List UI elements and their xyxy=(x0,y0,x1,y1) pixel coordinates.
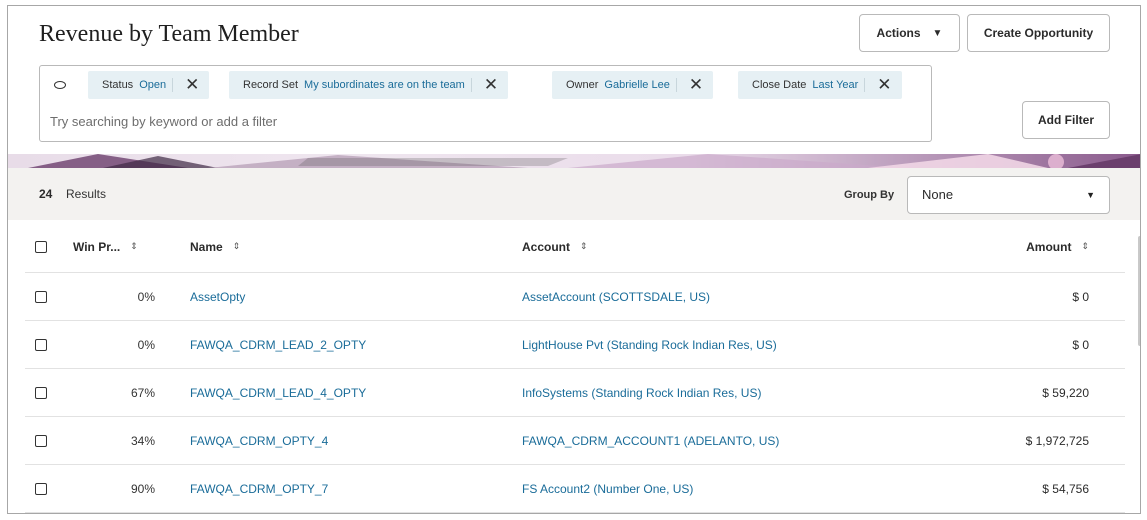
search-input[interactable]: Try searching by keyword or add a filter xyxy=(50,114,277,129)
results-count: 24 xyxy=(39,187,53,201)
win-probability-cell: 0% xyxy=(137,337,155,352)
amount-cell: $ 59,220 xyxy=(1042,385,1089,400)
page-title: Revenue by Team Member xyxy=(39,21,299,47)
opportunities-table: Win Pr... ⇕ Name ⇕ Account ⇕ Amount ⇕ 0%… xyxy=(25,221,1125,513)
filter-chip-record-set[interactable]: Record Set My subordinates are on the te… xyxy=(229,71,509,99)
filter-chip-close-date[interactable]: Close Date Last Year ✕ xyxy=(738,71,902,99)
opportunity-name-link[interactable]: FAWQA_CDRM_LEAD_4_OPTY xyxy=(190,369,510,416)
group-by-value: None xyxy=(922,187,954,202)
banner-pattern xyxy=(28,154,1140,168)
table-row: 90% FAWQA_CDRM_OPTY_7 FS Account2 (Numbe… xyxy=(25,465,1125,513)
close-icon[interactable]: ✕ xyxy=(185,75,199,95)
account-link[interactable]: LightHouse Pvt (Standing Rock Indian Res… xyxy=(522,321,922,368)
sort-icon[interactable]: ⇕ xyxy=(580,241,588,252)
column-header-label: Win Pr... xyxy=(73,239,121,254)
chip-divider xyxy=(470,78,472,92)
results-label: Results xyxy=(66,187,107,201)
opportunity-name-link[interactable]: FAWQA_CDRM_LEAD_2_OPTY xyxy=(190,321,510,368)
table-header-row: Win Pr... ⇕ Name ⇕ Account ⇕ Amount ⇕ xyxy=(25,221,1125,273)
chevron-down-icon: ▼ xyxy=(932,27,943,39)
results-bar: 24 Results Group By None ▼ xyxy=(8,168,1140,220)
column-header-label: Name xyxy=(190,239,223,254)
row-checkbox[interactable] xyxy=(35,482,47,495)
amount-cell: $ 54,756 xyxy=(1042,481,1089,496)
account-link[interactable]: AssetAccount (SCOTTSDALE, US) xyxy=(522,273,922,320)
table-row: 0% AssetOpty AssetAccount (SCOTTSDALE, U… xyxy=(25,273,1125,321)
chip-divider xyxy=(172,78,174,92)
amount-cell: $ 0 xyxy=(1072,289,1089,304)
add-filter-button[interactable]: Add Filter xyxy=(1022,101,1110,139)
win-probability-cell: 0% xyxy=(137,289,155,304)
chip-key: Close Date xyxy=(752,79,807,91)
create-opportunity-button[interactable]: Create Opportunity xyxy=(967,14,1110,52)
filter-chip-owner[interactable]: Owner Gabrielle Lee ✕ xyxy=(552,71,714,99)
column-header-amount[interactable]: Amount ⇕ xyxy=(905,221,1089,272)
close-icon[interactable]: ✕ xyxy=(877,75,891,95)
sort-icon[interactable]: ⇕ xyxy=(130,241,138,252)
win-probability-cell: 90% xyxy=(130,481,155,496)
close-icon[interactable]: ✕ xyxy=(484,75,498,95)
actions-button[interactable]: Actions ▼ xyxy=(859,14,960,52)
chip-value: Gabrielle Lee xyxy=(604,79,670,91)
group-by-label: Group By xyxy=(844,189,895,201)
filter-icon[interactable] xyxy=(54,81,66,89)
chevron-down-icon: ▼ xyxy=(1086,190,1095,200)
row-checkbox[interactable] xyxy=(35,338,47,351)
win-probability-cell: 34% xyxy=(130,433,155,448)
chip-value: My subordinates are on the team xyxy=(304,79,465,91)
table-row: 0% FAWQA_CDRM_LEAD_2_OPTY LightHouse Pvt… xyxy=(25,321,1125,369)
select-all-checkbox[interactable] xyxy=(35,240,47,253)
column-header-name[interactable]: Name ⇕ xyxy=(190,221,510,272)
win-probability-cell: 67% xyxy=(130,385,155,400)
chip-key: Status xyxy=(102,79,134,91)
amount-cell: $ 0 xyxy=(1072,337,1089,352)
chip-key: Owner xyxy=(566,79,599,91)
opportunity-name-link[interactable]: FAWQA_CDRM_OPTY_7 xyxy=(190,465,510,512)
filter-bar[interactable]: Status Open ✕ Record Set My subordinates… xyxy=(39,65,932,142)
group-by-select[interactable]: None ▼ xyxy=(907,176,1110,214)
close-icon[interactable]: ✕ xyxy=(689,75,703,95)
column-header-label: Account xyxy=(522,239,570,254)
filter-chip-status[interactable]: Status Open ✕ xyxy=(88,71,210,99)
chip-value: Open xyxy=(139,79,167,91)
row-checkbox[interactable] xyxy=(35,290,47,303)
revenue-page: Revenue by Team Member Actions ▼ Create … xyxy=(7,5,1141,514)
chip-divider xyxy=(864,78,866,92)
table-scrollbar[interactable] xyxy=(1138,236,1140,346)
sort-icon[interactable]: ⇕ xyxy=(1081,241,1089,252)
table-row: 67% FAWQA_CDRM_LEAD_4_OPTY InfoSystems (… xyxy=(25,369,1125,417)
chip-divider xyxy=(675,78,677,92)
chip-value: Last Year xyxy=(812,79,859,91)
chip-key: Record Set xyxy=(243,79,299,91)
column-header-account[interactable]: Account ⇕ xyxy=(522,221,922,272)
column-header-win-probability[interactable]: Win Pr... ⇕ xyxy=(73,221,138,272)
opportunity-name-link[interactable]: FAWQA_CDRM_OPTY_4 xyxy=(190,417,510,464)
actions-label: Actions xyxy=(876,26,921,40)
row-checkbox[interactable] xyxy=(35,434,47,447)
opportunity-name-link[interactable]: AssetOpty xyxy=(190,273,510,320)
table-row: 34% FAWQA_CDRM_OPTY_4 FAWQA_CDRM_ACCOUNT… xyxy=(25,417,1125,465)
account-link[interactable]: FS Account2 (Number One, US) xyxy=(522,465,922,512)
column-header-label: Amount xyxy=(1026,239,1072,254)
sort-icon[interactable]: ⇕ xyxy=(233,241,241,252)
amount-cell: $ 1,972,725 xyxy=(1025,433,1089,448)
decorative-banner xyxy=(8,154,1140,168)
account-link[interactable]: InfoSystems (Standing Rock Indian Res, U… xyxy=(522,369,922,416)
row-checkbox[interactable] xyxy=(35,386,47,399)
account-link[interactable]: FAWQA_CDRM_ACCOUNT1 (ADELANTO, US) xyxy=(522,417,922,464)
